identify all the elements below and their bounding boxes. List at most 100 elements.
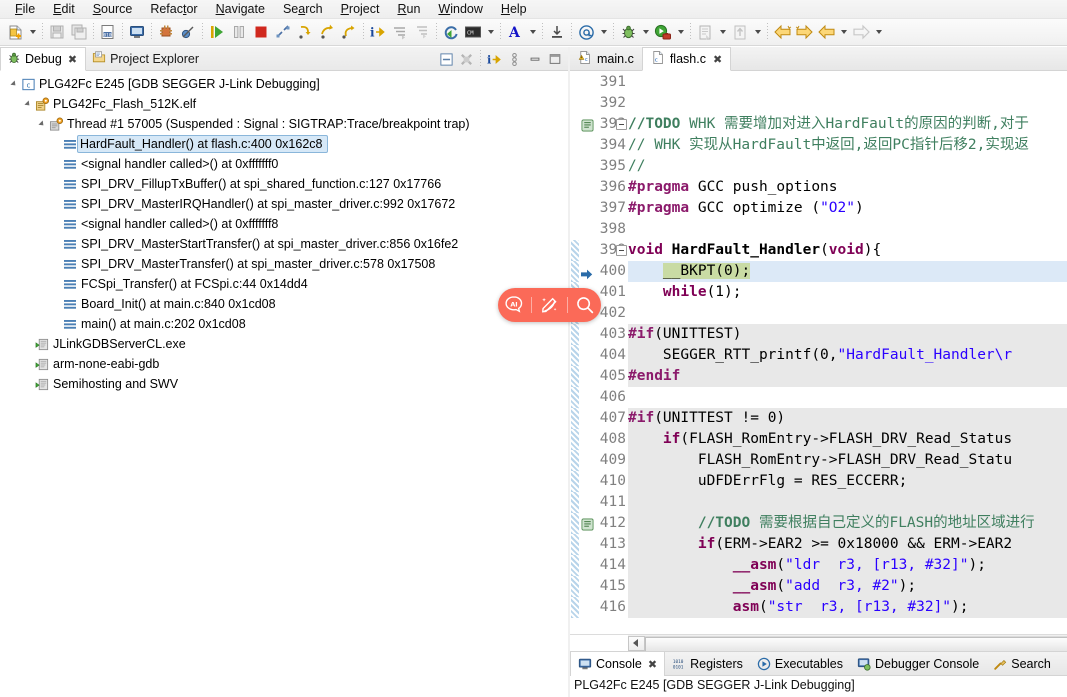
code-line[interactable]: #pragma GCC optimize ("O2") xyxy=(628,198,1067,219)
step-into-icon[interactable] xyxy=(294,21,316,43)
new-wizard-dropdown[interactable] xyxy=(26,21,39,43)
magic-wand-icon[interactable] xyxy=(535,291,563,319)
code-line[interactable]: //TODO 需要根据自己定义的FLASH的地址区域进行 xyxy=(628,513,1067,534)
code-line[interactable]: asm("str r3, [r13, #32]"); xyxy=(628,597,1067,618)
prev-annotation-icon[interactable] xyxy=(815,21,837,43)
line-number[interactable]: 393 xyxy=(580,114,628,135)
next-annotation-dropdown[interactable] xyxy=(872,21,885,43)
line-number[interactable]: 396 xyxy=(580,177,628,198)
code-line[interactable]: FLASH_RomEntry->FLASH_DRV_Read_Statu xyxy=(628,450,1067,471)
table-row[interactable]: FCSpi_Transfer() at FCSpi.c:44 0x14dd4 xyxy=(0,274,568,294)
scrollbar-track[interactable] xyxy=(645,635,1067,652)
tab-main-c[interactable]: c main.c xyxy=(570,47,642,70)
menu-window[interactable]: Window xyxy=(429,1,491,17)
line-number[interactable]: 415 xyxy=(580,576,628,597)
tab-executables[interactable]: Executables xyxy=(750,651,850,676)
run-dropdown[interactable] xyxy=(674,21,687,43)
close-icon[interactable]: ✖ xyxy=(713,53,722,66)
line-number[interactable]: 411 xyxy=(580,492,628,513)
code-line[interactable] xyxy=(628,387,1067,408)
code-line[interactable]: SEGGER_RTT_printf(0,"HardFault_Handler\r xyxy=(628,345,1067,366)
debug-dropdown[interactable] xyxy=(639,21,652,43)
menu-run[interactable]: Run xyxy=(388,1,429,17)
line-number[interactable]: 395 xyxy=(580,156,628,177)
code-line[interactable] xyxy=(628,492,1067,513)
new-wizard-icon[interactable] xyxy=(4,21,26,43)
line-number[interactable]: 398 xyxy=(580,219,628,240)
prev-annotation-dropdown[interactable] xyxy=(837,21,850,43)
code-line[interactable]: uDFDErrFlg = RES_ECCERR; xyxy=(628,471,1067,492)
line-number-gutter[interactable]: 391 392 393 394 395 396 397 398 399 400 401 402 403 4… xyxy=(580,72,628,629)
table-row[interactable]: main() at main.c:202 0x1cd08 xyxy=(0,314,568,334)
line-number[interactable]: 394 xyxy=(580,135,628,156)
next-annotation-icon[interactable] xyxy=(850,21,872,43)
terminate-icon[interactable] xyxy=(250,21,272,43)
menu-source[interactable]: Source xyxy=(84,1,142,17)
menu-project[interactable]: Project xyxy=(332,1,389,17)
build-icon[interactable]: 010 xyxy=(97,21,119,43)
code-line[interactable]: while(1); xyxy=(628,282,1067,303)
line-number[interactable]: 413 xyxy=(580,534,628,555)
instruction-stepping-icon[interactable]: i xyxy=(485,50,504,69)
menu-navigate[interactable]: Navigate xyxy=(207,1,274,17)
close-icon[interactable]: ✖ xyxy=(648,658,657,671)
fold-collapse-icon[interactable] xyxy=(616,119,627,130)
table-row[interactable]: HardFault_Handler() at flash.c:400 0x162… xyxy=(0,134,568,154)
remove-terminated-icon[interactable] xyxy=(457,50,476,69)
scrollbar-thumb[interactable] xyxy=(645,636,1067,652)
save-icon[interactable] xyxy=(46,21,68,43)
console-icon[interactable] xyxy=(126,21,148,43)
menu-help[interactable]: Help xyxy=(492,1,536,17)
annotation-icon[interactable]: A xyxy=(504,21,526,43)
line-number[interactable]: 399 xyxy=(580,240,628,261)
line-number[interactable]: 403 xyxy=(580,324,628,345)
fold-collapse-icon[interactable] xyxy=(616,245,627,256)
instruction-stepping-icon[interactable]: i xyxy=(367,21,389,43)
menu-search[interactable]: Search xyxy=(274,1,332,17)
ai-chat-icon[interactable]: AI xyxy=(500,291,528,319)
code-line[interactable]: #endif xyxy=(628,366,1067,387)
line-number[interactable]: 408 xyxy=(580,429,628,450)
code-line[interactable] xyxy=(628,219,1067,240)
line-number[interactable]: 409 xyxy=(580,450,628,471)
open-element-icon[interactable] xyxy=(694,21,716,43)
suspend-icon[interactable] xyxy=(228,21,250,43)
line-number[interactable]: 405 xyxy=(580,366,628,387)
table-row[interactable]: Board_Init() at main.c:840 0x1cd08 xyxy=(0,294,568,314)
maximize-icon[interactable] xyxy=(545,50,564,69)
tab-debug[interactable]: Debug ✖ xyxy=(0,47,87,71)
table-row[interactable]: SPI_DRV_MasterTransfer() at spi_master_d… xyxy=(0,254,568,274)
menu-edit[interactable]: Edit xyxy=(44,1,84,17)
line-number[interactable]: 397 xyxy=(580,198,628,219)
line-number[interactable]: 406 xyxy=(580,387,628,408)
drop-to-frame-icon[interactable] xyxy=(411,21,433,43)
code-line[interactable] xyxy=(628,93,1067,114)
open-resource-dropdown[interactable] xyxy=(751,21,764,43)
table-row[interactable]: SPI_DRV_MasterIRQHandler() at spi_master… xyxy=(0,194,568,214)
step-return-icon[interactable] xyxy=(338,21,360,43)
tab-flash-c[interactable]: c flash.c ✖ xyxy=(641,47,732,71)
table-row[interactable]: SPI_DRV_MasterStartTransfer() at spi_mas… xyxy=(0,234,568,254)
scroll-left-button[interactable] xyxy=(628,635,645,651)
chevron-down-icon[interactable] xyxy=(22,94,33,114)
table-row[interactable]: JLinkGDBServerCL.exe xyxy=(0,334,568,354)
table-row[interactable]: arm-none-eabi-gdb xyxy=(0,354,568,374)
code-line[interactable] xyxy=(628,303,1067,324)
line-number[interactable]: 416 xyxy=(580,597,628,618)
line-number[interactable]: 391 xyxy=(580,72,628,93)
line-number[interactable]: 407 xyxy=(580,408,628,429)
code-line[interactable]: if(ERM->EAR2 >= 0x18000 && ERM->EAR2 xyxy=(628,534,1067,555)
refresh-icon[interactable] xyxy=(440,21,462,43)
tab-search[interactable]: Search xyxy=(986,651,1058,676)
search-icon[interactable] xyxy=(571,291,599,319)
line-number[interactable]: 412 xyxy=(580,513,628,534)
code-line[interactable]: #if(UNITTEST) xyxy=(628,324,1067,345)
minimize-icon[interactable] xyxy=(525,50,544,69)
open-resource-icon[interactable] xyxy=(729,21,751,43)
back-icon[interactable] xyxy=(771,21,793,43)
line-number[interactable]: 414 xyxy=(580,555,628,576)
code-line[interactable]: __asm("ldr r3, [r13, #32]"); xyxy=(628,555,1067,576)
open-element-dropdown[interactable] xyxy=(716,21,729,43)
terminal-icon[interactable]: CM xyxy=(462,21,484,43)
table-row[interactable]: c PLG42Fc E245 [GDB SEGGER J-Link Debuggi… xyxy=(0,74,568,94)
